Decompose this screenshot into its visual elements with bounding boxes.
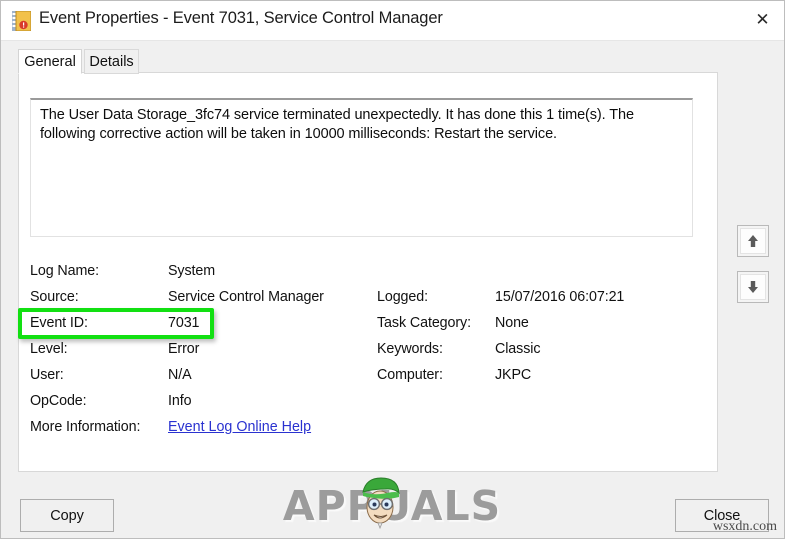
field-row-user: User: N/A — [30, 362, 192, 388]
field-value-task-category: None — [495, 315, 529, 331]
tab-details[interactable]: Details — [84, 49, 139, 74]
close-button[interactable]: Close — [675, 499, 769, 532]
field-value-logged: 15/07/2016 06:07:21 — [495, 289, 625, 305]
field-value-event-id: 7031 — [168, 315, 200, 331]
field-row-task-category: Task Category: None — [377, 310, 529, 336]
event-log-online-help-link[interactable]: Event Log Online Help — [168, 419, 311, 435]
field-label-level: Level: — [30, 341, 68, 357]
appuals-mascot-icon — [362, 477, 400, 530]
field-label-keywords: Keywords: — [377, 341, 443, 357]
field-row-event-id: Event ID: 7031 — [30, 310, 200, 336]
appuals-watermark: APPUALS — [278, 474, 506, 530]
field-label-task-category: Task Category: — [377, 315, 471, 331]
tab-details-label: Details — [89, 53, 134, 70]
close-window-button[interactable]: ✕ — [739, 1, 784, 39]
close-button-label: Close — [703, 507, 741, 524]
field-row-log-name: Log Name: System — [30, 258, 215, 284]
field-label-user: User: — [30, 367, 64, 383]
event-message-text: The User Data Storage_3fc74 service term… — [40, 107, 638, 143]
field-label-event-id: Event ID: — [30, 315, 88, 331]
tab-general-label: General — [24, 53, 76, 70]
window-title: Event Properties - Event 7031, Service C… — [39, 9, 443, 27]
field-row-more-information: More Information: Event Log Online Help — [30, 414, 311, 440]
arrow-up-icon — [740, 228, 766, 254]
field-value-opcode: Info — [168, 393, 192, 409]
appuals-watermark-text: APPUALS — [282, 482, 502, 530]
field-row-computer: Computer: JKPC — [377, 362, 531, 388]
field-label-source: Source: — [30, 289, 79, 305]
title-bar: Event Properties - Event 7031, Service C… — [1, 1, 784, 41]
field-row-opcode: OpCode: Info — [30, 388, 192, 414]
field-row-keywords: Keywords: Classic — [377, 336, 540, 362]
copy-button-label: Copy — [50, 507, 84, 524]
field-row-source: Source: Service Control Manager — [30, 284, 324, 310]
tab-general[interactable]: General — [18, 49, 82, 74]
field-value-level: Error — [168, 341, 200, 357]
field-value-user: N/A — [168, 367, 192, 383]
event-log-book-icon — [12, 10, 32, 32]
field-label-computer: Computer: — [377, 367, 443, 383]
previous-event-button[interactable] — [737, 225, 769, 257]
field-row-logged: Logged: 15/07/2016 06:07:21 — [377, 284, 624, 310]
copy-button[interactable]: Copy — [20, 499, 114, 532]
field-label-opcode: OpCode: — [30, 393, 87, 409]
event-properties-dialog: Event Properties - Event 7031, Service C… — [0, 0, 785, 539]
field-label-logged: Logged: — [377, 289, 428, 305]
field-label-more-information: More Information: — [30, 419, 141, 435]
close-icon: ✕ — [755, 9, 770, 30]
field-value-computer: JKPC — [495, 367, 532, 383]
field-value-source: Service Control Manager — [168, 289, 324, 305]
event-message-box[interactable]: The User Data Storage_3fc74 service term… — [30, 98, 693, 237]
general-tab-panel: The User Data Storage_3fc74 service term… — [18, 72, 718, 472]
arrow-down-icon — [740, 274, 766, 300]
event-detail-fields: Log Name: System Source: Service Control… — [30, 258, 693, 438]
field-label-log-name: Log Name: — [30, 263, 100, 279]
next-event-button[interactable] — [737, 271, 769, 303]
field-value-log-name: System — [168, 263, 216, 279]
field-value-keywords: Classic — [495, 341, 541, 357]
field-row-level: Level: Error — [30, 336, 199, 362]
